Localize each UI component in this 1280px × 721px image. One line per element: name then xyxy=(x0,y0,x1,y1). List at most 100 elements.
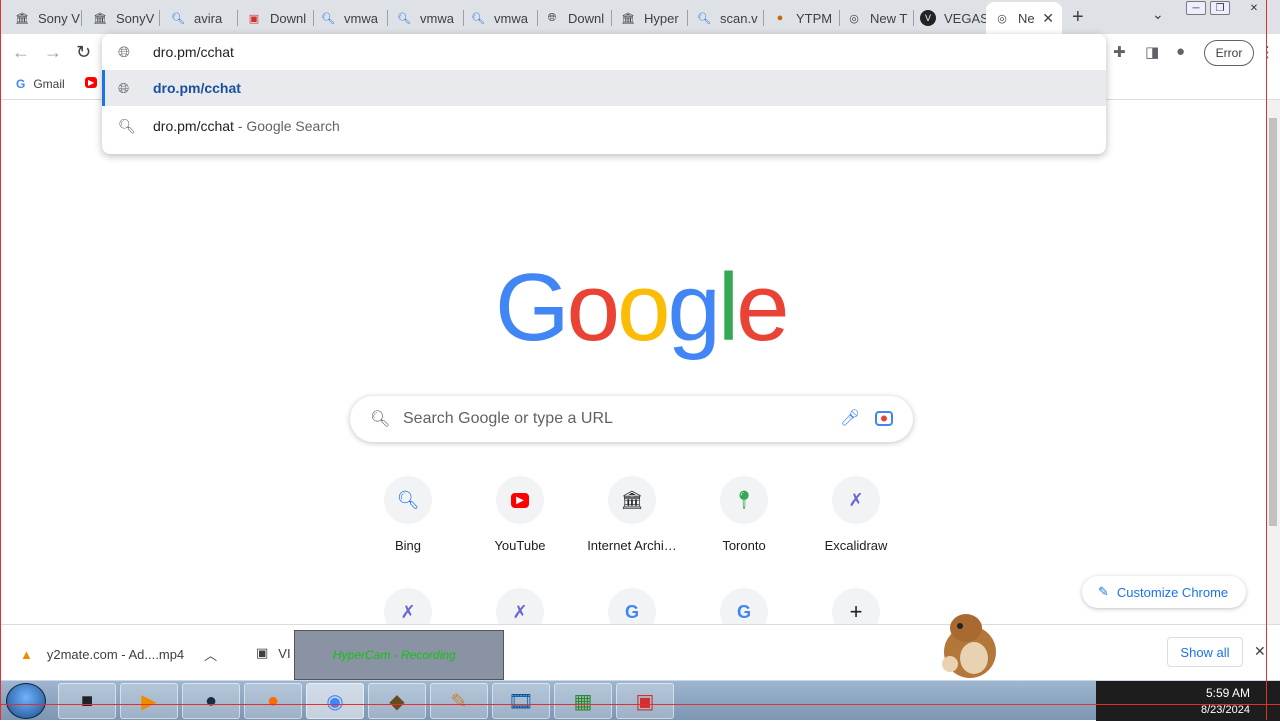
globe-icon: 🌐︎ xyxy=(118,80,130,96)
tab-title: avira xyxy=(194,10,223,26)
excalidraw-icon: ✗ xyxy=(832,476,880,524)
minimize-button[interactable]: ─ xyxy=(1186,1,1206,15)
taskbar-app[interactable]: ● xyxy=(182,683,240,719)
tab[interactable]: 🔍︎ vmwa xyxy=(462,4,538,32)
hypercam-icon: ◆ xyxy=(389,690,405,713)
search-box[interactable]: 🔍︎ Search Google or type a URL 🎤︎ xyxy=(350,396,913,442)
taskbar-app-chrome[interactable]: ◉ xyxy=(306,683,364,719)
search-placeholder: Search Google or type a URL xyxy=(403,410,613,427)
search-icon: 🔍︎ xyxy=(321,12,335,25)
shortcut-google[interactable]: G xyxy=(576,588,688,624)
shortcut-label: YouTube xyxy=(494,538,546,553)
microphone-icon[interactable]: 🎤︎ xyxy=(840,408,860,428)
excalidraw-icon: ✗ xyxy=(496,588,544,624)
taskbar-app[interactable]: ◆ xyxy=(368,683,426,719)
close-icon[interactable]: ✕ xyxy=(1254,643,1266,660)
tab[interactable]: 🔍︎ vmwa xyxy=(312,4,388,32)
download-item[interactable]: ▣ VI xyxy=(256,645,291,661)
back-button[interactable]: ← xyxy=(12,42,30,63)
tab-strip: 🏛 Sony V 🏛 SonyV 🔍︎ avira ▣ Downl 🔍︎ vmw… xyxy=(0,0,1280,34)
tab-title: vmwa xyxy=(494,10,528,26)
globe-icon: 🌐︎ xyxy=(118,44,131,61)
clock-time[interactable]: 5:59 AM xyxy=(1206,686,1250,700)
new-tab-button[interactable]: + xyxy=(1072,6,1084,29)
avira-icon: ▣ xyxy=(248,12,260,25)
search-icon: 🔍︎ xyxy=(471,12,485,25)
chevron-up-icon[interactable]: ︿ xyxy=(204,645,217,664)
chrome-icon: ◉ xyxy=(326,690,344,713)
address-bar[interactable]: 🌐︎ dro.pm/cchat xyxy=(102,34,1106,70)
tab[interactable]: ● YTPM xyxy=(764,4,840,32)
shortcut-excalidraw[interactable]: ✗ xyxy=(352,588,464,624)
tab[interactable]: 🏛 Hyper xyxy=(612,4,688,32)
bookmark-youtube[interactable]: ▶ xyxy=(85,77,98,88)
start-button[interactable] xyxy=(6,683,46,719)
tab-active[interactable]: ◎ Ne ✕ xyxy=(986,2,1062,34)
search-icon: 🔍︎ xyxy=(397,12,411,25)
scroll-thumb[interactable] xyxy=(1269,118,1277,526)
shortcut-internet-archive[interactable]: 🏛 Internet Archi… xyxy=(576,476,688,572)
menu-icon[interactable]: ⋮ xyxy=(1260,43,1275,61)
tab[interactable]: 🔍︎ scan.v xyxy=(688,4,764,32)
tab[interactable]: ◎ New T xyxy=(838,4,914,32)
recording-border xyxy=(0,0,1,720)
tab-search-button[interactable]: ⌄ xyxy=(1152,6,1164,23)
taskbar-app[interactable]: ▣ xyxy=(616,683,674,719)
tab[interactable]: 🔍︎ vmwa xyxy=(388,4,464,32)
app-icon: ■ xyxy=(80,689,94,712)
bookmark-label: Gmail xyxy=(33,77,65,91)
add-shortcut-button[interactable]: + xyxy=(800,588,912,624)
tab[interactable]: 🔍︎ avira xyxy=(162,4,238,32)
tab[interactable]: 🏛 SonyV xyxy=(84,4,160,32)
show-all-button[interactable]: Show all xyxy=(1167,637,1243,667)
taskbar-app[interactable]: ▶ xyxy=(120,683,178,719)
tab[interactable]: 🌐︎ Downl xyxy=(536,4,612,32)
profile-icon[interactable]: ● xyxy=(1176,43,1185,60)
reload-button[interactable]: ↻ xyxy=(76,42,91,63)
address-input[interactable]: dro.pm/cchat xyxy=(153,44,234,60)
omnibox-suggestion[interactable]: 🔍︎ dro.pm/cchat - Google Search xyxy=(102,108,1106,144)
camera-icon[interactable] xyxy=(874,408,894,428)
installer-icon: ▣ xyxy=(256,645,269,660)
movie-maker-icon: 🎞︎ xyxy=(508,690,534,713)
restore-button[interactable]: ❐ xyxy=(1210,1,1230,15)
tab[interactable]: ▣ Downl xyxy=(238,4,314,32)
globe-icon: 🌐︎ xyxy=(547,11,557,24)
hypercam-window[interactable]: HyperCam - Recording xyxy=(294,630,504,680)
shortcut-youtube[interactable]: ▶ YouTube xyxy=(464,476,576,572)
extensions-icon[interactable]: ✚ xyxy=(1113,43,1126,61)
tab-title: Downl xyxy=(270,10,307,26)
app-icon: ▦ xyxy=(573,690,593,713)
tab[interactable]: 🏛 Sony V xyxy=(6,4,82,32)
profile-error-button[interactable]: Error xyxy=(1204,40,1254,66)
tab[interactable]: V VEGAS xyxy=(912,4,988,32)
taskbar-app[interactable]: 🎞︎ xyxy=(492,683,550,719)
download-item[interactable]: ▲ y2mate.com - Ad....mp4 ︿ xyxy=(20,645,217,664)
shortcut-excalidraw[interactable]: ✗ Excalidraw xyxy=(800,476,912,572)
clock-date[interactable]: 8/23/2024 xyxy=(1201,704,1250,716)
page-scrollbar[interactable] xyxy=(1266,100,1280,624)
shortcut-toronto[interactable]: 📍︎ Toronto xyxy=(688,476,800,572)
shortcut-excalidraw[interactable]: ✗ xyxy=(464,588,576,624)
show-all-label: Show all xyxy=(1180,644,1230,660)
add-icon: + xyxy=(832,588,880,624)
close-window-button[interactable]: ✕ xyxy=(1244,1,1264,15)
tab-title: SonyV xyxy=(116,10,155,26)
search-icon: 🔍︎ xyxy=(118,118,136,134)
vegas-icon: V xyxy=(920,10,936,26)
bookmark-gmail[interactable]: G Gmail xyxy=(16,77,65,91)
taskbar-app[interactable]: ✎ xyxy=(430,683,488,719)
forward-button[interactable]: → xyxy=(44,42,62,63)
customize-chrome-button[interactable]: ✎ Customize Chrome xyxy=(1082,576,1246,608)
search-icon: 🔍︎ xyxy=(384,476,432,524)
side-panel-icon[interactable]: ◨ xyxy=(1145,43,1159,61)
excalidraw-icon: ✗ xyxy=(384,588,432,624)
shortcut-google[interactable]: G xyxy=(688,588,800,624)
taskbar-app[interactable]: ▦ xyxy=(554,683,612,719)
taskbar-app[interactable]: ● xyxy=(244,683,302,719)
omnibox-suggestion[interactable]: 🌐︎ dro.pm/cchat xyxy=(102,70,1106,106)
media-player-icon: ▶ xyxy=(141,690,157,713)
taskbar-app[interactable]: ■ xyxy=(58,683,116,719)
shortcut-bing[interactable]: 🔍︎ Bing xyxy=(352,476,464,572)
close-icon[interactable]: ✕ xyxy=(1042,10,1054,27)
